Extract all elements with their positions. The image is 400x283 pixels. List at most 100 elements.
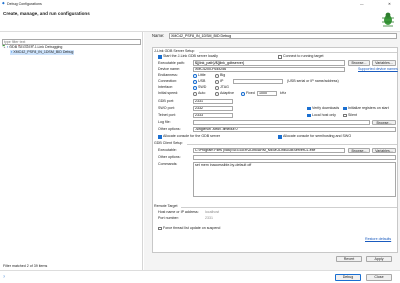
remote-section-divider — [181, 206, 397, 208]
device-name-label: Device name: — [158, 67, 180, 71]
supported-devices-link[interactable]: Supported device names — [358, 67, 398, 72]
jlink-section-divider — [199, 51, 397, 53]
local-host-label: Local host only — [312, 112, 336, 117]
fixed-label: Fixed — [246, 91, 255, 95]
usb-hint: (USB serial or IP name/address) — [287, 79, 339, 83]
connection-label: Connection: — [158, 79, 178, 83]
swd-radio[interactable] — [193, 86, 197, 90]
config-name-input[interactable] — [169, 33, 397, 39]
chevron-down-icon: ⌄ — [3, 45, 7, 49]
auto-radio[interactable] — [193, 92, 197, 96]
executable-path-input[interactable] — [193, 60, 345, 66]
port-number-value: 2331 — [205, 216, 213, 220]
other-options-label: Other options: — [158, 127, 181, 131]
auto-label: Auto — [198, 91, 206, 95]
force-thread-label: Force thread list update on suspend — [163, 225, 221, 230]
device-name-input[interactable] — [193, 66, 345, 72]
init-registers-label: Initialize registers on start — [348, 105, 389, 110]
jtag-radio[interactable] — [215, 86, 219, 90]
start-server-checkbox[interactable] — [158, 55, 162, 59]
telnet-port-input[interactable] — [193, 112, 233, 118]
usb-ip-input[interactable] — [233, 78, 283, 84]
tree-item-selected-config[interactable]: ▪ XMC42_PSF8_IN_1DSM_BID Debug — [10, 50, 75, 55]
little-label: Little — [198, 73, 206, 77]
client-browse-button[interactable]: Browse... — [348, 147, 370, 153]
connect-running-label: Connect to running target — [283, 54, 324, 58]
usb-label: USB — [198, 79, 206, 83]
jtag-label: JTAG — [220, 85, 229, 89]
remote-section-title: Remote Target — [154, 204, 178, 208]
alloc-semihosting-checkbox[interactable] — [278, 135, 282, 139]
verify-downloads-label: Verify downloads — [312, 105, 340, 110]
revert-button[interactable]: Revert — [336, 256, 362, 262]
big-radio[interactable] — [215, 74, 219, 78]
usb-radio[interactable] — [193, 80, 197, 84]
client-exec-input[interactable] — [193, 147, 345, 153]
endianness-label: Endianness: — [158, 73, 178, 77]
khz-label: kHz — [280, 91, 287, 95]
executable-path-label: Executable path: — [158, 60, 185, 65]
exec-variables-button[interactable]: Variables... — [372, 60, 396, 66]
minimize-button[interactable]: — — [360, 2, 364, 7]
app-icon: ◆ — [2, 1, 5, 5]
little-radio[interactable] — [193, 74, 197, 78]
tree-toolbar: ▣ ▢ ✕ ⊟ ▾ — [2, 33, 141, 47]
client-variables-button[interactable]: Variables... — [372, 147, 396, 153]
apply-button[interactable]: Apply — [366, 256, 392, 262]
commands-label: Commands: — [158, 162, 178, 166]
log-browse-button[interactable]: Browse... — [372, 119, 396, 125]
commands-text: set mem inaccessible-by-default off — [195, 163, 252, 167]
client-section-title: GDB Client Setup — [154, 141, 183, 145]
log-file-input[interactable] — [193, 119, 370, 125]
big-label: Big — [220, 73, 226, 77]
debug-bug-icon — [382, 12, 394, 27]
window-title: Debug Configurations — [7, 1, 42, 6]
configuration-editor: Name: ■ Main✱ Debugger▶ Startup▤ Source▣… — [144, 32, 400, 270]
filter-input[interactable] — [2, 39, 141, 45]
name-label: Name: — [152, 33, 165, 38]
server-other-options-input[interactable] — [193, 126, 396, 132]
debugger-tab-content: J-Link GDB Server Setup Start the J-Link… — [152, 47, 398, 253]
alloc-gdb-console-label: Allocate console for the GDB server — [163, 134, 221, 138]
swd-label: SWD — [198, 85, 207, 89]
client-section-divider — [187, 143, 397, 145]
adaptive-radio[interactable] — [215, 92, 219, 96]
close-button[interactable]: Close — [366, 274, 392, 281]
ip-radio[interactable] — [215, 80, 219, 84]
dialog-footer: ? Debug Close — [0, 270, 400, 283]
alloc-gdb-console-checkbox[interactable] — [158, 135, 162, 139]
host-value: localhost — [205, 209, 220, 214]
client-other-options-input[interactable] — [193, 154, 396, 160]
exec-browse-button[interactable]: Browse... — [348, 60, 370, 66]
log-file-label: Log file: — [158, 120, 171, 124]
interface-label: Interface: — [158, 85, 173, 89]
ip-label: IP — [220, 79, 224, 83]
local-host-checkbox[interactable] — [307, 113, 311, 118]
client-exec-label: Executable: — [158, 148, 177, 152]
start-server-label: Start the J-Link GDB server locally — [163, 54, 218, 58]
header-banner: Create, manage, and run configurations — [0, 9, 400, 32]
swo-port-label: SWO port: — [158, 106, 175, 110]
swo-port-input[interactable] — [193, 105, 233, 111]
initial-speed-label: Initial speed: — [158, 91, 179, 95]
close-window-button[interactable]: ✕ — [388, 2, 391, 7]
gdb-port-input[interactable] — [193, 98, 233, 104]
fixed-radio[interactable] — [241, 92, 245, 96]
host-label: Host name or IP address: — [158, 209, 199, 214]
title-bar: ◆ Debug Configurations — ✕ — [0, 0, 400, 9]
connect-running-checkbox[interactable] — [278, 55, 282, 59]
debug-button[interactable]: Debug — [335, 274, 361, 281]
commands-textarea[interactable]: set mem inaccessible-by-default off — [193, 161, 396, 197]
restore-defaults-link[interactable]: Restore defaults — [365, 237, 391, 242]
help-icon[interactable]: ? — [3, 275, 5, 280]
page-heading: Create, manage, and run configurations — [3, 11, 90, 16]
init-registers-checkbox[interactable] — [343, 106, 347, 111]
silent-checkbox[interactable] — [343, 113, 347, 118]
configuration-tree-panel: ▣ ▢ ✕ ⊟ ▾ ⌄ ▪ GDB SEGGER J-Link Debuggin… — [0, 32, 143, 270]
verify-downloads-checkbox[interactable] — [307, 106, 311, 111]
speed-input[interactable] — [257, 90, 277, 96]
telnet-port-label: Telnet port: — [158, 113, 176, 117]
force-thread-checkbox[interactable] — [158, 226, 162, 231]
adaptive-label: Adaptive — [220, 91, 234, 95]
port-number-label: Port number: — [158, 216, 179, 220]
